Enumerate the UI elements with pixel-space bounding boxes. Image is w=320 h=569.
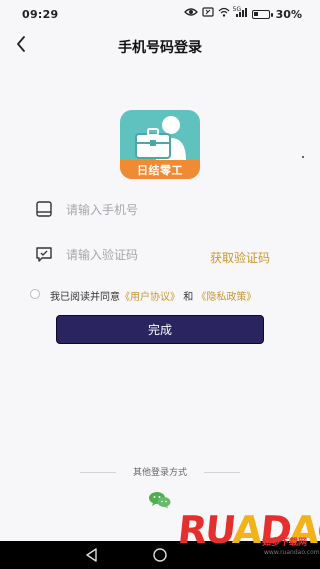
phone-icon	[35, 200, 53, 218]
phone-field	[30, 195, 290, 225]
signal-icon: 5G	[232, 6, 248, 21]
network-type: 5G	[232, 6, 242, 13]
agreement-row: 我已阅读并同意《用户协议》 和 《隐私政策》	[30, 287, 300, 303]
battery-icon	[251, 9, 273, 19]
agreement-text: 我已阅读并同意《用户协议》 和 《隐私政策》	[50, 288, 256, 303]
decor-dot	[302, 156, 304, 158]
agreement-checkbox[interactable]	[30, 289, 40, 299]
code-input[interactable]	[66, 244, 216, 266]
wifi-icon	[218, 7, 230, 21]
eye-icon	[183, 7, 198, 21]
nfc-icon	[202, 7, 214, 21]
page-title: 手机号码登录	[118, 40, 202, 56]
wechat-icon[interactable]	[148, 491, 172, 509]
status-bar: 09:29 5G 30%	[0, 0, 320, 28]
logo-text: 日结零工	[137, 164, 183, 177]
status-time: 09:29	[22, 8, 59, 21]
user-agreement-link[interactable]: 《用户协议》	[120, 292, 180, 303]
worker-icon	[135, 116, 186, 160]
divider-right	[204, 472, 240, 473]
get-code-button[interactable]: 获取验证码	[210, 249, 270, 266]
battery-fill	[253, 11, 258, 16]
agreement-and: 和	[183, 292, 194, 303]
battery-percent: 30%	[275, 7, 302, 21]
message-icon	[35, 245, 53, 263]
code-field: 获取验证码	[30, 240, 290, 270]
nav-bar: 手机号码登录	[0, 28, 320, 62]
status-icons: 5G 30%	[183, 6, 302, 21]
nav-back-icon[interactable]	[84, 547, 100, 563]
nav-home-icon[interactable]	[152, 547, 168, 563]
privacy-policy-link[interactable]: 《隐私政策》	[196, 292, 256, 303]
agreement-prefix: 我已阅读并同意	[50, 292, 120, 303]
logo-band: 日结零工	[120, 160, 200, 179]
submit-button[interactable]: 完成	[56, 315, 264, 344]
other-login-divider: 其他登录方式	[60, 465, 260, 479]
app-logo: 日结零工	[120, 110, 200, 179]
system-nav-bar	[0, 541, 320, 569]
phone-input[interactable]	[66, 199, 216, 221]
